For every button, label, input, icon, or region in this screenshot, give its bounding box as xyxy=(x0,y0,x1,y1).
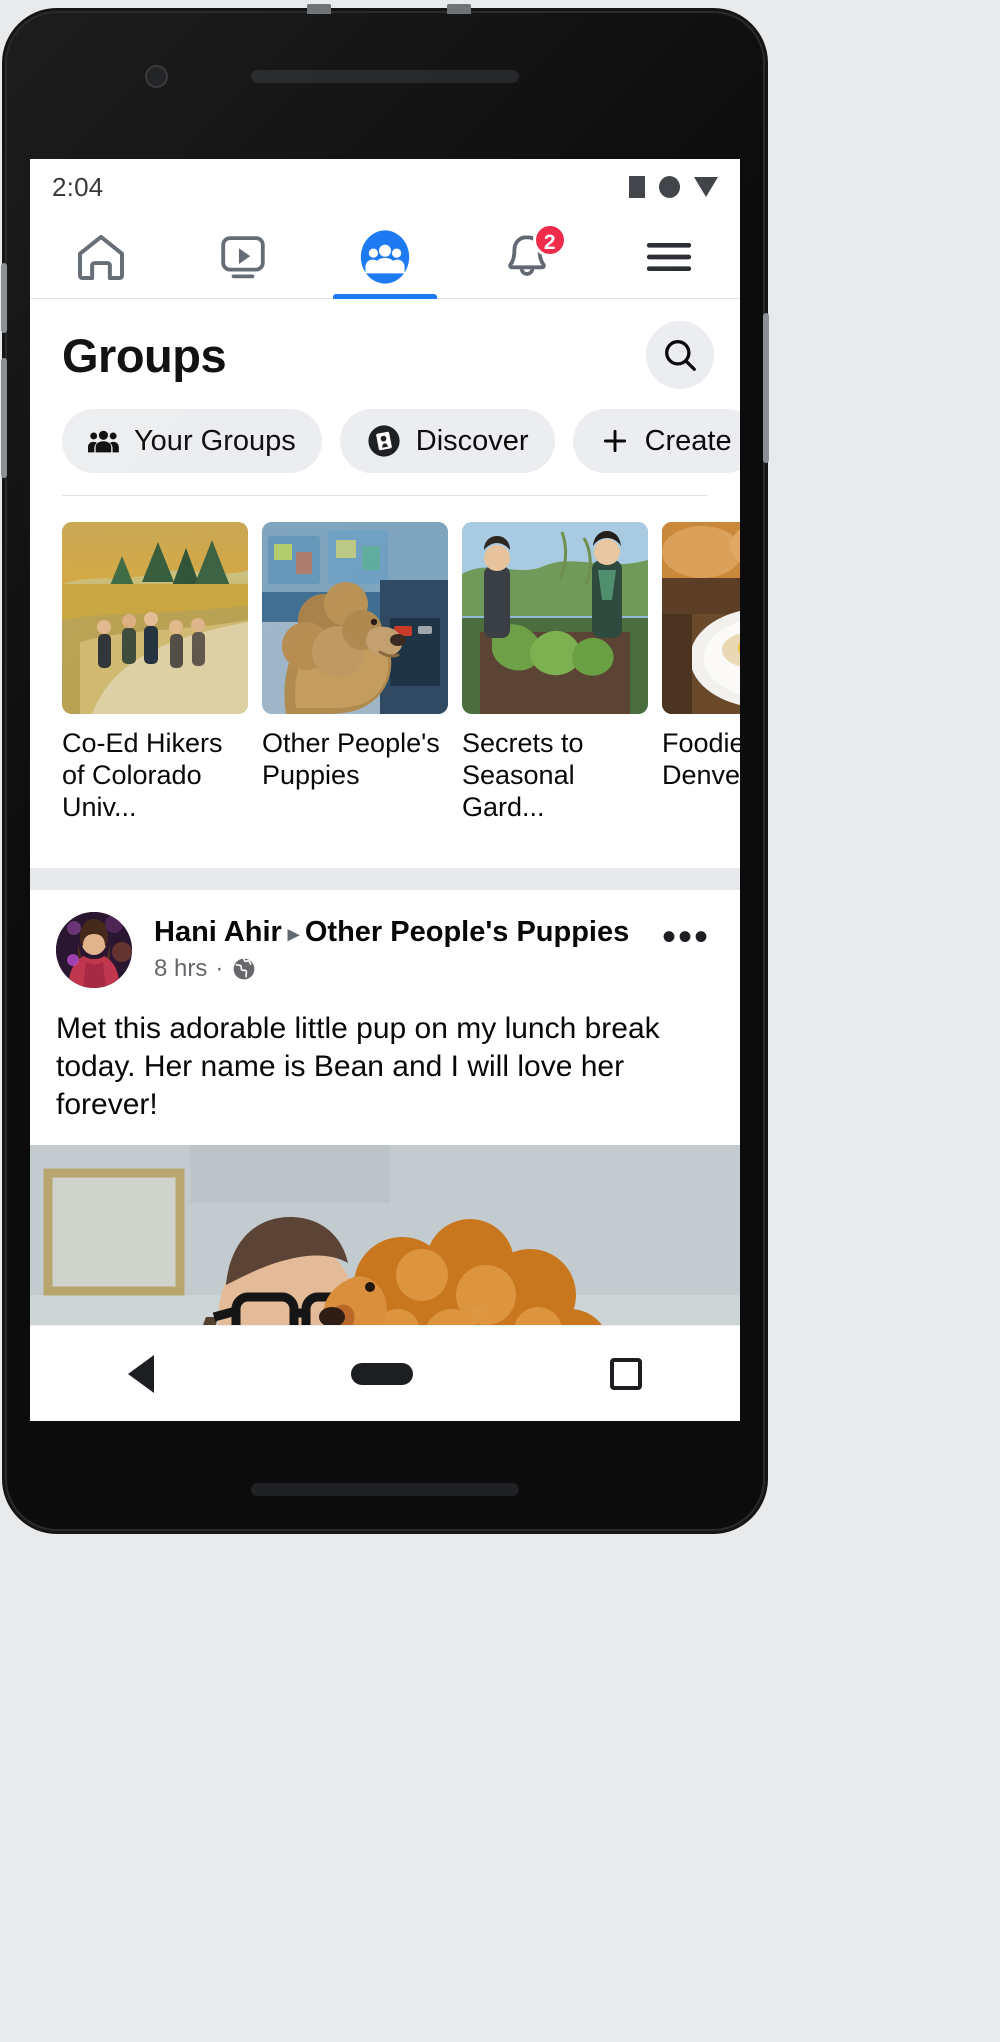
status-bar-clock: 2:04 xyxy=(52,172,103,203)
notifications-badge: 2 xyxy=(533,223,567,257)
feed-separator xyxy=(30,868,740,890)
pill-create[interactable]: Create xyxy=(573,409,740,473)
group-card-title: Secrets to Seasonal Gard... xyxy=(462,728,648,824)
author-avatar-image xyxy=(56,912,132,988)
discover-compass-icon xyxy=(366,423,402,459)
groups-filter-pills: Your Groups Discover Create xyxy=(30,395,740,495)
post-header: Hani Ahir▸Other People's Puppies 8 hrs ·… xyxy=(30,890,740,994)
tab-home[interactable] xyxy=(30,215,172,298)
group-card[interactable]: Other People's Puppies xyxy=(262,522,448,824)
pill-discover[interactable]: Discover xyxy=(340,409,555,473)
device-earpiece xyxy=(251,70,519,83)
curly-brown-dog-in-car-image xyxy=(262,522,448,714)
screenshot-root: 2:04 xyxy=(0,0,1000,2042)
triangle-indicator-icon xyxy=(694,177,718,197)
pill-discover-label: Discover xyxy=(416,425,529,458)
pill-your-groups[interactable]: Your Groups xyxy=(62,409,322,473)
page-title: Groups xyxy=(62,328,226,383)
plus-icon xyxy=(599,425,631,457)
group-cards-carousel[interactable]: Co-Ed Hikers of Colorado Univ... xyxy=(30,496,740,834)
hamburger-menu-icon xyxy=(641,229,697,285)
home-icon xyxy=(73,229,129,285)
group-card-image xyxy=(262,522,448,714)
group-card-title: Co-Ed Hikers of Colorado Univ... xyxy=(62,728,248,824)
phone-device-frame: 2:04 xyxy=(5,11,765,1531)
recents-square-icon[interactable] xyxy=(610,1358,642,1390)
groups-people-icon xyxy=(356,228,414,286)
post-text: Met this adorable little pup on my lunch… xyxy=(30,994,740,1145)
post-submeta: 8 hrs · xyxy=(154,955,662,983)
pill-create-label: Create xyxy=(645,425,732,458)
android-navigation-bar xyxy=(30,1325,740,1421)
phone-screen: 2:04 xyxy=(30,159,740,1421)
circle-indicator-icon xyxy=(659,176,680,198)
group-card-image xyxy=(62,522,248,714)
tab-watch[interactable] xyxy=(172,215,314,298)
group-card-image xyxy=(662,522,740,714)
device-bottom-speaker xyxy=(251,1483,519,1496)
post-author-line: Hani Ahir▸Other People's Puppies xyxy=(154,916,662,949)
post-separator-arrow-icon: ▸ xyxy=(282,921,305,946)
post-timestamp: 8 hrs xyxy=(154,955,207,983)
main-tab-bar: 2 xyxy=(30,215,740,299)
two-people-gardening-image xyxy=(462,522,648,714)
group-card[interactable]: Foodies of Denver xyxy=(662,522,740,824)
search-button[interactable] xyxy=(646,321,714,389)
hikers-on-autumn-trail-image xyxy=(62,522,248,714)
tab-notifications[interactable]: 2 xyxy=(456,215,598,298)
brunch-plate-on-table-image xyxy=(662,522,740,714)
status-bar: 2:04 xyxy=(30,159,740,215)
globe-public-icon xyxy=(231,956,257,982)
volume-down-button[interactable] xyxy=(1,358,7,478)
square-indicator-icon xyxy=(629,176,645,198)
group-card[interactable]: Co-Ed Hikers of Colorado Univ... xyxy=(62,522,248,824)
people-group-icon xyxy=(88,428,120,454)
post-meta-dot: · xyxy=(215,955,223,983)
volume-up-button[interactable] xyxy=(1,263,7,333)
device-antenna-nub-right xyxy=(447,4,471,14)
group-card-title: Other People's Puppies xyxy=(262,728,448,792)
search-icon xyxy=(661,336,699,374)
front-camera xyxy=(145,65,168,88)
group-card-image xyxy=(462,522,648,714)
video-play-icon xyxy=(216,230,270,284)
post-meta: Hani Ahir▸Other People's Puppies 8 hrs · xyxy=(132,912,662,983)
groups-header: Groups xyxy=(30,299,740,395)
active-tab-underline xyxy=(333,294,437,299)
group-card[interactable]: Secrets to Seasonal Gard... xyxy=(462,522,648,824)
tab-groups[interactable] xyxy=(314,215,456,298)
post-author-name[interactable]: Hani Ahir xyxy=(154,916,282,948)
group-card-title: Foodies of Denver xyxy=(662,728,740,792)
post-more-options-button[interactable]: ••• xyxy=(662,912,714,952)
home-pill-icon[interactable] xyxy=(351,1363,413,1385)
status-bar-icons xyxy=(629,176,718,198)
post-group-name[interactable]: Other People's Puppies xyxy=(305,916,629,948)
avatar[interactable] xyxy=(56,912,132,988)
tab-menu[interactable] xyxy=(598,215,740,298)
device-antenna-nub-left xyxy=(307,4,331,14)
power-button[interactable] xyxy=(763,313,769,463)
back-triangle-icon[interactable] xyxy=(128,1355,154,1393)
carousel-bottom-spacer xyxy=(30,834,740,868)
pill-your-groups-label: Your Groups xyxy=(134,425,296,458)
